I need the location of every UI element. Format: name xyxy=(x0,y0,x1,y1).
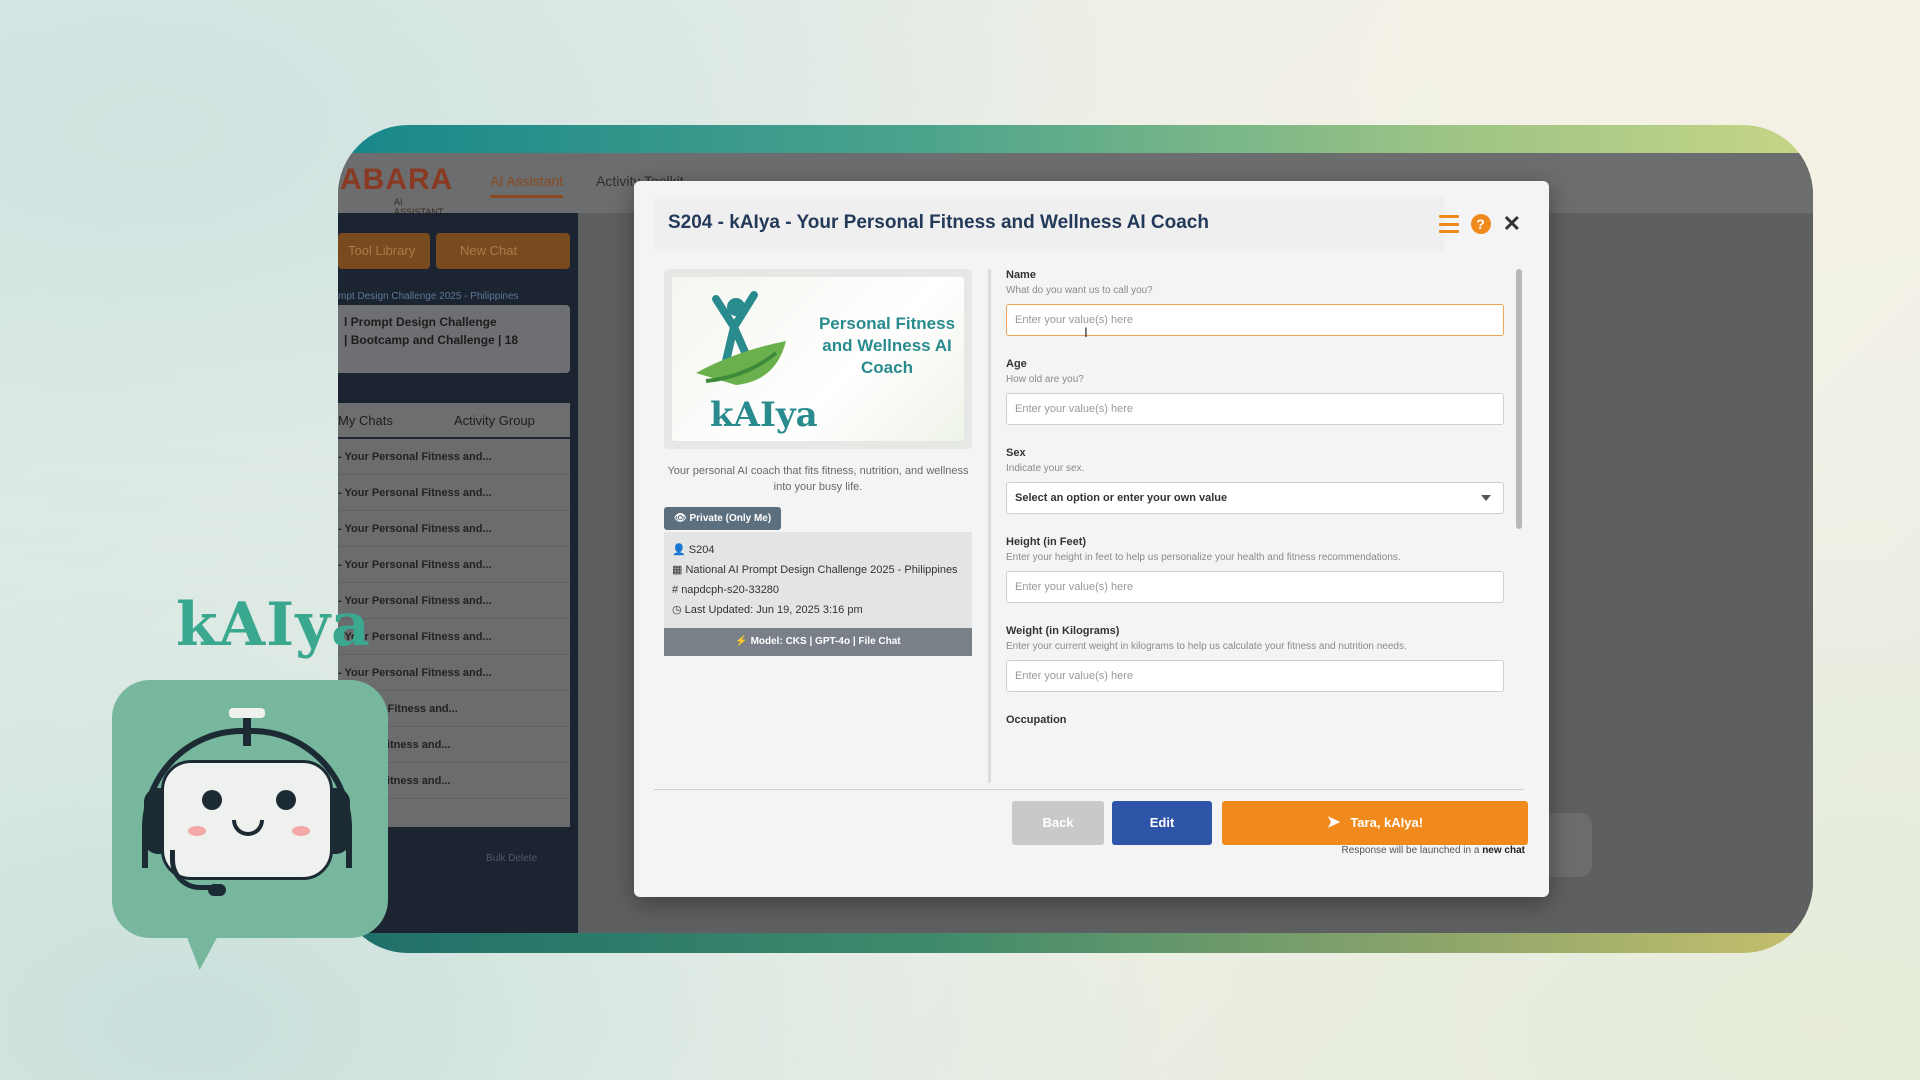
occupation-label: Occupation xyxy=(1006,714,1067,726)
modal-actions: ? ✕ xyxy=(1438,213,1521,235)
sex-help: Indicate your sex. xyxy=(1006,463,1085,474)
sex-label: Sex xyxy=(1006,447,1026,459)
user-icon: 👤 xyxy=(672,544,689,556)
mascot-eye-right xyxy=(276,790,296,810)
weight-help: Enter your current weight in kilograms t… xyxy=(1006,641,1407,652)
footer-divider xyxy=(654,789,1524,790)
age-help: How old are you? xyxy=(1006,374,1084,385)
height-input[interactable]: Enter your value(s) here xyxy=(1006,571,1504,603)
submit-button[interactable]: ➤ Tara, kAIya! xyxy=(1222,801,1528,845)
visibility-badge: 👁 Private (Only Me) xyxy=(664,507,782,530)
mascot-wordmark: kAIya xyxy=(176,590,371,660)
assistant-description: Your personal AI coach that fits fitness… xyxy=(667,465,969,493)
weight-input[interactable]: Enter your value(s) here xyxy=(1006,660,1504,692)
mascot-eye-left xyxy=(202,790,222,810)
building-icon: ▦ xyxy=(672,564,686,576)
bolt-icon: ⚡ xyxy=(735,636,748,647)
list-item[interactable]: - Your Personal Fitness and... xyxy=(338,583,570,619)
assistant-modal: S204 - kAIya - Your Personal Fitness and… xyxy=(634,181,1549,897)
name-help: What do you want us to call you? xyxy=(1006,285,1153,296)
weight-label: Weight (in Kilograms) xyxy=(1006,625,1120,637)
name-input[interactable]: Enter your value(s) here xyxy=(1006,304,1504,336)
mascot-bubble-tail xyxy=(171,920,227,970)
sidebar-tabs: My Chats Activity Group xyxy=(338,403,570,437)
edit-button[interactable]: Edit xyxy=(1112,801,1212,845)
modal-title: S204 - kAIya - Your Personal Fitness and… xyxy=(668,212,1209,233)
new-chat-button[interactable]: New Chat xyxy=(436,233,570,269)
input-form: Name What do you want us to call you? En… xyxy=(1006,269,1506,783)
height-help: Enter your height in feet to help us per… xyxy=(1006,552,1401,563)
list-item[interactable]: - Your Personal Fitness and... xyxy=(338,511,570,547)
menu-icon[interactable] xyxy=(1438,215,1459,233)
help-icon[interactable]: ? xyxy=(1470,214,1491,234)
hash-icon: # xyxy=(672,584,682,596)
activity-card-line1: l Prompt Design Challenge xyxy=(344,315,497,329)
hero-brand: kAIya xyxy=(710,395,818,435)
frame-bottom-strip xyxy=(338,933,1813,953)
headset-mic-tip xyxy=(208,884,226,896)
activity-card[interactable]: l Prompt Design Challenge | Bootcamp and… xyxy=(338,305,570,373)
mascot-antenna-top xyxy=(229,708,265,718)
tab-activity-group[interactable]: Activity Group xyxy=(454,413,535,428)
send-icon: ➤ xyxy=(1326,814,1341,831)
name-label: Name xyxy=(1006,269,1036,281)
hero-image: Personal Fitness and Wellness AI Coach k… xyxy=(664,269,972,449)
back-button[interactable]: Back xyxy=(1012,801,1104,845)
chevron-down-icon xyxy=(1481,495,1491,501)
activity-card-line2: | Bootcamp and Challenge | 18 xyxy=(344,333,519,347)
list-item[interactable]: - Your Personal Fitness and... xyxy=(338,475,570,511)
tab-my-chats[interactable]: My Chats xyxy=(338,413,393,428)
list-item[interactable]: - Your Personal Fitness and... xyxy=(338,547,570,583)
height-label: Height (in Feet) xyxy=(1006,536,1087,548)
close-icon[interactable]: ✕ xyxy=(1503,213,1521,235)
age-input[interactable]: Enter your value(s) here xyxy=(1006,393,1504,425)
list-item[interactable]: - Your Personal Fitness and... xyxy=(338,655,570,691)
sex-select[interactable]: Select an option or enter your own value xyxy=(1006,482,1504,514)
eye-icon: 👁 xyxy=(674,513,690,524)
launch-note: Response will be launched in a new chat xyxy=(1341,845,1525,856)
hero-text: Personal Fitness and Wellness AI Coach xyxy=(818,314,956,377)
mascot-cheek-right xyxy=(292,826,310,836)
mascot-cheek-left xyxy=(188,826,206,836)
panel-divider xyxy=(988,269,991,783)
sidebar-section-title: mpt Design Challenge 2025 - Philippines xyxy=(338,291,519,302)
form-scrollbar[interactable] xyxy=(1516,269,1522,529)
assistant-info-panel: Personal Fitness and Wellness AI Coach k… xyxy=(664,269,972,656)
bulk-delete-button[interactable]: Bulk Delete xyxy=(486,853,537,864)
app-logo: ABARA AI ASSISTANT xyxy=(340,163,454,217)
nav-ai-assistant[interactable]: AI Assistant xyxy=(490,173,564,198)
tool-library-button[interactable]: Tool Library xyxy=(338,233,430,269)
modal-header: S204 - kAIya - Your Personal Fitness and… xyxy=(654,197,1444,251)
list-item[interactable]: - Your Personal Fitness and... xyxy=(338,439,570,475)
list-item[interactable]: - Your Personal Fitness and... xyxy=(338,619,570,655)
model-bar: ⚡ Model: CKS | GPT-4o | File Chat xyxy=(664,628,972,656)
clock-icon: ◷ xyxy=(672,604,685,616)
assistant-meta: 👤 S204 ▦ National AI Prompt Design Chall… xyxy=(664,532,972,628)
text-cursor-icon: I xyxy=(1084,324,1088,340)
age-label: Age xyxy=(1006,358,1027,370)
